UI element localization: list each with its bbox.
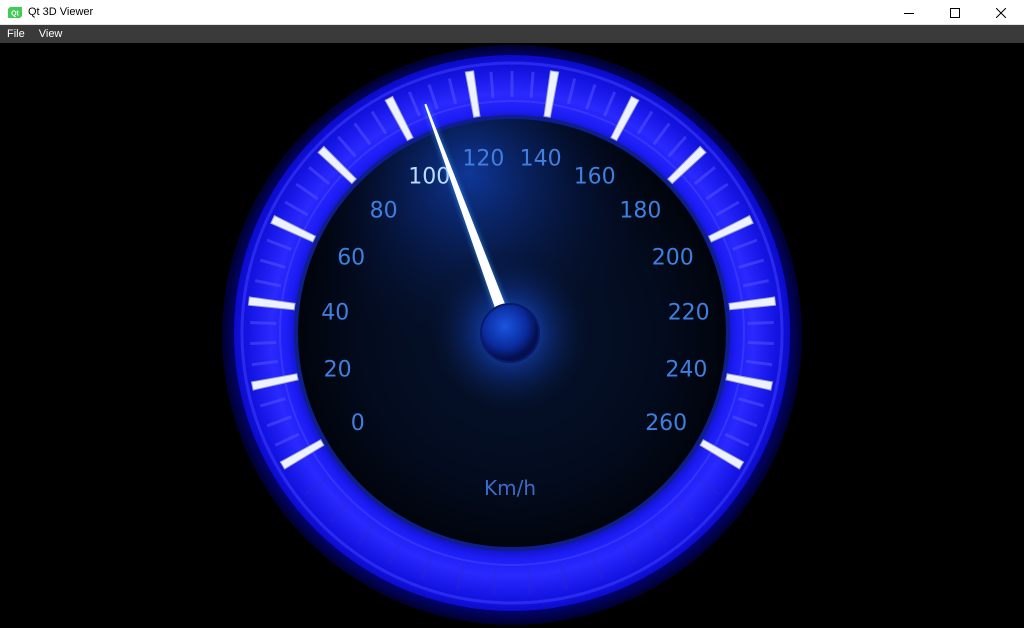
close-icon	[996, 7, 1006, 18]
tick-label: 160	[574, 164, 616, 189]
minimize-icon	[904, 12, 914, 14]
minor-tick	[250, 341, 277, 346]
tick-label: 240	[665, 358, 707, 383]
tick-label: 140	[520, 146, 562, 171]
title-bar[interactable]: Qt Qt 3D Viewer	[0, 0, 1024, 25]
qt-logo-icon: Qt	[8, 6, 22, 18]
minor-tick	[747, 341, 774, 346]
menu-view[interactable]: View	[32, 25, 70, 43]
minor-tick	[747, 320, 774, 325]
minor-tick	[489, 71, 495, 98]
maximize-button[interactable]	[932, 0, 978, 25]
minor-tick	[526, 568, 532, 595]
svg-text:Qt: Qt	[11, 10, 19, 17]
tick-label: 80	[370, 199, 398, 224]
tick-label: 260	[645, 411, 687, 436]
unit-label: Km/h	[484, 476, 536, 500]
tick-label: 40	[321, 301, 349, 326]
window-controls	[886, 0, 1024, 25]
tick-label: 0	[351, 411, 365, 436]
menu-file[interactable]: File	[0, 25, 32, 43]
tick-label: 120	[462, 146, 504, 171]
minimize-button[interactable]	[886, 0, 932, 25]
tick-label: 100	[408, 164, 450, 189]
minor-tick	[529, 71, 535, 98]
window-title: Qt 3D Viewer	[28, 6, 94, 18]
qt-3d-viewer-window: Qt Qt 3D Viewer File View 0 20 40 60 80 …	[0, 0, 1024, 628]
speedometer-gauge: 0 20 40 6080 100 120 140 160180 200 220 240 260 Km/…	[222, 45, 802, 625]
menu-bar: File View	[0, 25, 1024, 43]
maximize-icon	[950, 7, 960, 18]
minor-tick	[492, 568, 498, 595]
3d-viewport[interactable]: 0 20 40 60 80 100 120 140 160 180 200 220 240 260 Km/…	[0, 43, 1024, 628]
tick-label: 200	[652, 246, 694, 271]
close-button[interactable]	[978, 0, 1024, 25]
tick-label: 220	[668, 301, 710, 326]
tick-label: 20	[324, 358, 352, 383]
tick-label: 180	[619, 199, 661, 224]
tick-label: 60	[337, 246, 365, 271]
minor-tick	[250, 320, 277, 325]
